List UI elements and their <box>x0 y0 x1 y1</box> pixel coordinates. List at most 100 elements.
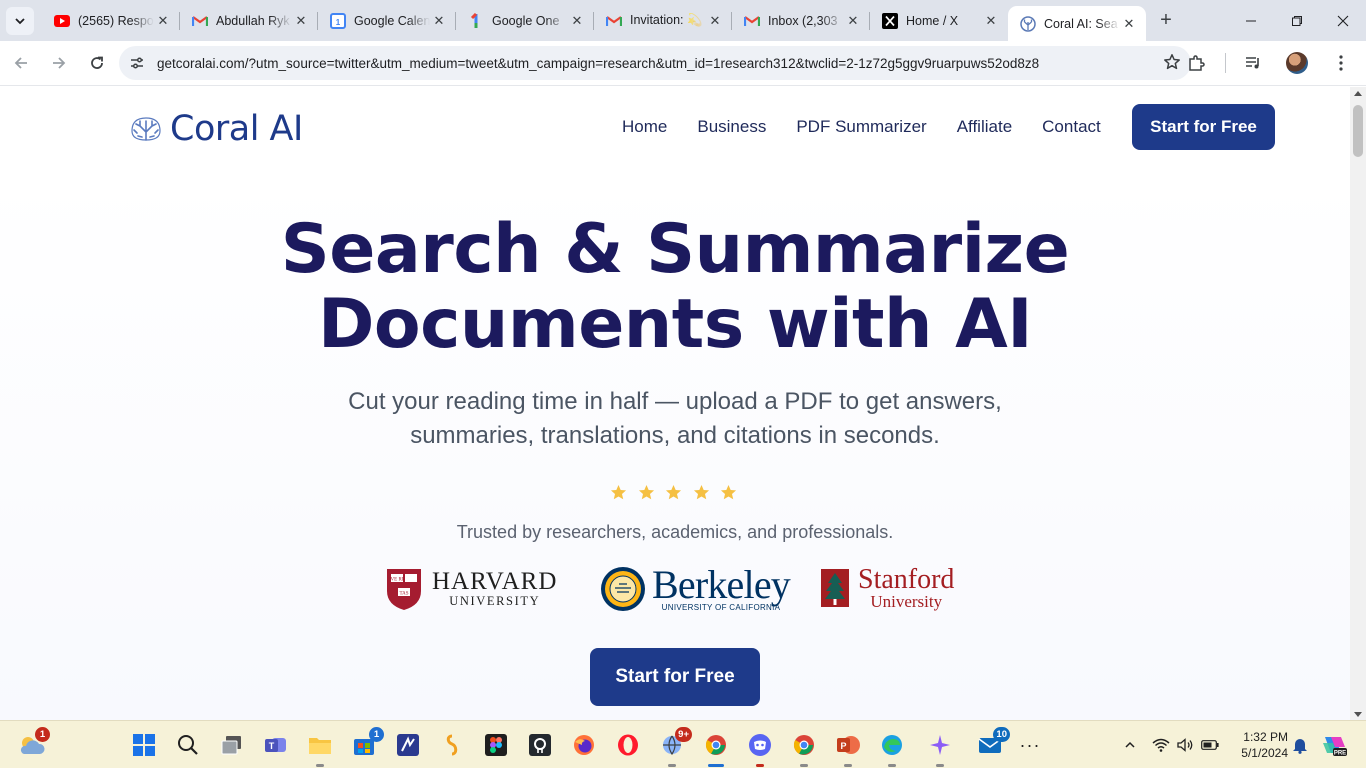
scroll-down-icon[interactable] <box>1354 712 1362 717</box>
system-tray <box>1116 721 1222 769</box>
star-icon <box>688 482 716 502</box>
wifi-icon[interactable] <box>1148 738 1174 752</box>
avatar <box>1286 52 1308 74</box>
hero-start-free-button[interactable]: Start for Free <box>590 648 760 706</box>
sparkle-icon <box>930 735 950 755</box>
battery-icon[interactable] <box>1198 740 1222 750</box>
tab-close-icon[interactable]: ✕ <box>844 12 862 30</box>
main-nav: Home Business PDF Summarizer Affiliate C… <box>622 117 1131 137</box>
reload-icon <box>91 56 103 69</box>
bell-icon <box>1293 739 1307 754</box>
taskbar-chrome-profile[interactable] <box>788 729 820 767</box>
hero-title-line-1: Search & Summarize <box>280 210 1070 289</box>
tab-gmail-invitation[interactable]: Invitation: 💫 ✕ <box>594 0 732 41</box>
volume-icon[interactable] <box>1174 738 1198 752</box>
taskbar-opera[interactable] <box>612 729 644 761</box>
chevron-up-icon[interactable] <box>1116 739 1144 751</box>
tab-google-one[interactable]: Google One ✕ <box>456 0 594 41</box>
taskbar-overflow[interactable]: ··· <box>1014 729 1046 761</box>
browser-tab-bar: (2565) Respo ✕ Abdullah Ryk ✕ 1 Google C… <box>0 0 1366 41</box>
page-viewport: Coral AI Home Business PDF Summarizer Af… <box>0 87 1350 721</box>
scroll-up-icon[interactable] <box>1354 91 1362 96</box>
restore-button[interactable] <box>1274 0 1320 41</box>
taskbar-mail[interactable]: 10 <box>974 727 1010 761</box>
taskbar-discord[interactable] <box>744 729 776 767</box>
copilot-preview-button[interactable]: PRE <box>1318 729 1350 761</box>
nav-home[interactable]: Home <box>622 117 667 137</box>
taskbar-copilot[interactable] <box>924 729 956 767</box>
taskbar-app-ps[interactable] <box>392 729 424 761</box>
header-start-free-button[interactable]: Start for Free <box>1132 104 1275 150</box>
nav-business[interactable]: Business <box>697 117 766 137</box>
tab-close-icon[interactable]: ✕ <box>430 12 448 30</box>
taskbar-store[interactable]: 1 <box>348 727 384 761</box>
minimize-button[interactable] <box>1228 0 1274 41</box>
weather-widget[interactable]: 1 <box>16 727 50 761</box>
berkeley-subtitle: UNIVERSITY OF CALIFORNIA <box>661 602 781 612</box>
star-icon <box>605 482 633 502</box>
tab-gmail-abdullah[interactable]: Abdullah Ryk ✕ <box>180 0 318 41</box>
taskbar-edge[interactable] <box>876 729 908 767</box>
store-badge: 1 <box>369 727 384 742</box>
nav-contact[interactable]: Contact <box>1042 117 1101 137</box>
svg-text:1: 1 <box>336 18 341 27</box>
tab-close-icon[interactable]: ✕ <box>568 12 586 30</box>
shield-text: VE RI <box>391 578 404 583</box>
firefox-icon <box>574 735 594 755</box>
browser-menu-button[interactable] <box>1324 46 1358 80</box>
forward-button[interactable] <box>42 46 76 80</box>
extensions-button[interactable] <box>1179 46 1213 80</box>
task-view-button[interactable] <box>216 729 248 761</box>
reload-button[interactable] <box>80 46 114 80</box>
tab-x-home[interactable]: Home / X ✕ <box>870 0 1008 41</box>
scrollbar-thumb[interactable] <box>1353 105 1363 157</box>
taskbar-firefox[interactable] <box>568 729 600 761</box>
taskbar-powerpoint[interactable]: P <box>832 729 864 767</box>
back-button[interactable] <box>4 46 38 80</box>
url-text[interactable]: getcoralai.com/?utm_source=twitter&utm_m… <box>157 56 1039 71</box>
trusted-by-text: Trusted by researchers, academics, and p… <box>456 522 894 542</box>
address-bar[interactable]: getcoralai.com/?utm_source=twitter&utm_m… <box>119 46 1191 80</box>
page-scrollbar[interactable] <box>1350 87 1366 721</box>
mail-badge: 10 <box>993 727 1010 742</box>
nav-pdf-summarizer[interactable]: PDF Summarizer <box>796 117 926 137</box>
profile-button[interactable] <box>1280 46 1314 80</box>
taskbar-app-globe[interactable]: 9+ <box>656 727 692 767</box>
taskbar-teams[interactable]: T <box>260 729 292 761</box>
taskbar-file-explorer[interactable] <box>304 729 336 767</box>
task-view-icon <box>221 736 241 755</box>
plus-icon: + <box>1160 9 1172 31</box>
nav-affiliate[interactable]: Affiliate <box>957 117 1012 137</box>
site-logo[interactable]: Coral AI <box>128 109 303 149</box>
tab-coral-ai[interactable]: Coral AI: Sea ✕ <box>1008 6 1146 41</box>
tab-close-icon[interactable]: ✕ <box>982 12 1000 30</box>
close-icon <box>1337 15 1349 26</box>
star-icon <box>660 482 688 502</box>
taskbar-clock[interactable]: 1:32 PM 5/1/2024 <box>1226 729 1288 761</box>
harvard-name: HARVARD <box>432 568 558 595</box>
start-button[interactable] <box>128 729 160 761</box>
tab-google-calendar[interactable]: 1 Google Calen ✕ <box>318 0 456 41</box>
tab-gmail-inbox[interactable]: Inbox (2,303 ✕ <box>732 0 870 41</box>
tab-search-button[interactable] <box>6 6 34 35</box>
taskbar-figma[interactable] <box>480 729 512 761</box>
tab-close-icon[interactable]: ✕ <box>292 12 310 30</box>
taskbar-search[interactable] <box>172 729 204 761</box>
tab-close-icon[interactable]: ✕ <box>706 12 724 30</box>
berkeley-logo: Berkeley UNIVERSITY OF CALIFORNIA <box>600 564 791 613</box>
close-window-button[interactable] <box>1320 0 1366 41</box>
site-info-icon[interactable] <box>122 48 152 78</box>
teams-icon: T <box>265 738 286 752</box>
tab-youtube[interactable]: (2565) Respo ✕ <box>42 0 180 41</box>
notifications-button[interactable] <box>1284 729 1316 761</box>
app-badge: 9+ <box>675 727 692 742</box>
new-tab-button[interactable]: + <box>1152 7 1180 35</box>
taskbar-chrome-active[interactable] <box>700 729 732 767</box>
more-vertical-icon <box>1339 55 1343 71</box>
tab-close-icon[interactable]: ✕ <box>154 12 172 30</box>
taskbar-github[interactable] <box>524 729 556 761</box>
tab-strip: (2565) Respo ✕ Abdullah Ryk ✕ 1 Google C… <box>42 0 1180 41</box>
media-control-button[interactable] <box>1236 46 1270 80</box>
tab-close-icon[interactable]: ✕ <box>1120 15 1138 33</box>
taskbar-app-yellow[interactable] <box>436 729 468 761</box>
